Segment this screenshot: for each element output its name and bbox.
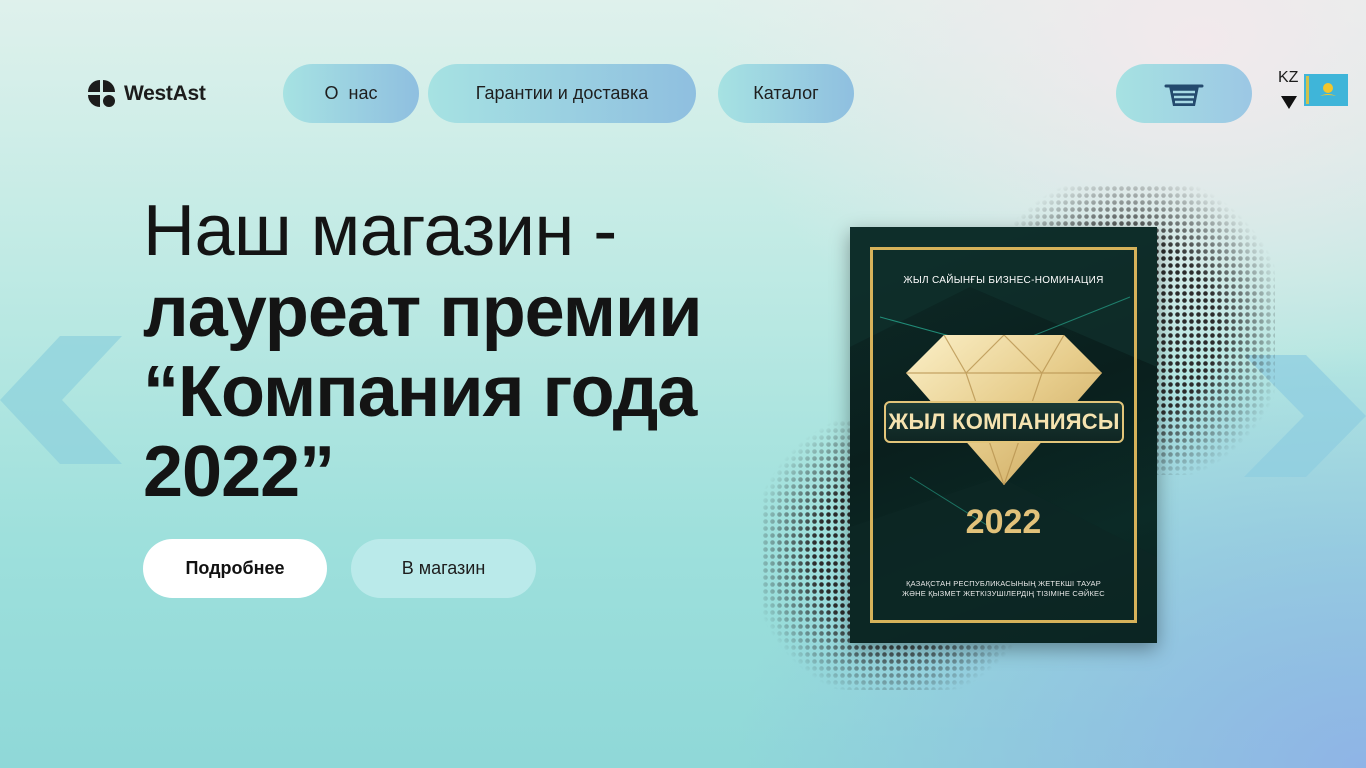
cart-button[interactable] [1116,64,1252,123]
award-bottom-line1: ҚАЗАҚСТАН РЕСПУБЛИКАСЫНЫҢ ЖЕТЕКШІ ТАУАР [906,579,1101,588]
logo[interactable]: WestAst [87,79,206,108]
nav-about-label: О нас [324,83,378,103]
nav-guarantees-label: Гарантии и доставка [475,83,649,103]
nav-catalog[interactable]: Каталог [718,64,854,123]
hero-headline: Наш магазин - лауреат премии “Компания г… [143,190,783,512]
award-banner: ЖЫЛ КОМПАНИЯСЫ [884,401,1124,443]
award-year: 2022 [965,503,1042,541]
nav-guarantees-delivery[interactable]: Гарантии и доставка [428,64,696,123]
shop-button[interactable]: В магазин [351,539,536,598]
hero-title-line4: 2022” [143,432,335,512]
language-code: KZ [1278,69,1299,86]
slider-prev-arrow-icon[interactable] [0,336,124,464]
hero-title-line1: Наш магазин - [143,191,617,271]
nav-catalog-label: Каталог [753,83,819,103]
logo-text: WestAst [124,81,206,105]
award-top-text: ЖЫЛ САЙЫНҒЫ БИЗНЕС-НОМИНАЦИЯ [903,275,1104,286]
hero-title-line3: “Компания года [143,352,697,432]
award-bottom-text: ҚАЗАҚСТАН РЕСПУБЛИКАСЫНЫҢ ЖЕТЕКШІ ТАУАР … [890,579,1117,599]
kazakhstan-flag-icon [1304,74,1348,106]
more-button[interactable]: Подробнее [143,539,327,598]
nav-about[interactable]: О нас [283,64,419,123]
more-button-label: Подробнее [185,558,285,578]
dropdown-arrow-icon [1281,96,1297,109]
award-bottom-line2: ЖӘНЕ ҚЫЗМЕТ ЖЕТКІЗУШІЛЕРДІҢ ТІЗІМІНЕ СӘЙ… [902,589,1105,598]
shop-button-label: В магазин [401,558,486,578]
hero-title-line2: лауреат премии [143,272,703,352]
award-certificate: ЖЫЛ САЙЫНҒЫ БИЗНЕС-НОМИНАЦИЯ ЖЫЛ КОМПАНИ… [850,227,1157,643]
basket-icon [1164,84,1204,106]
logo-icon [88,80,115,107]
